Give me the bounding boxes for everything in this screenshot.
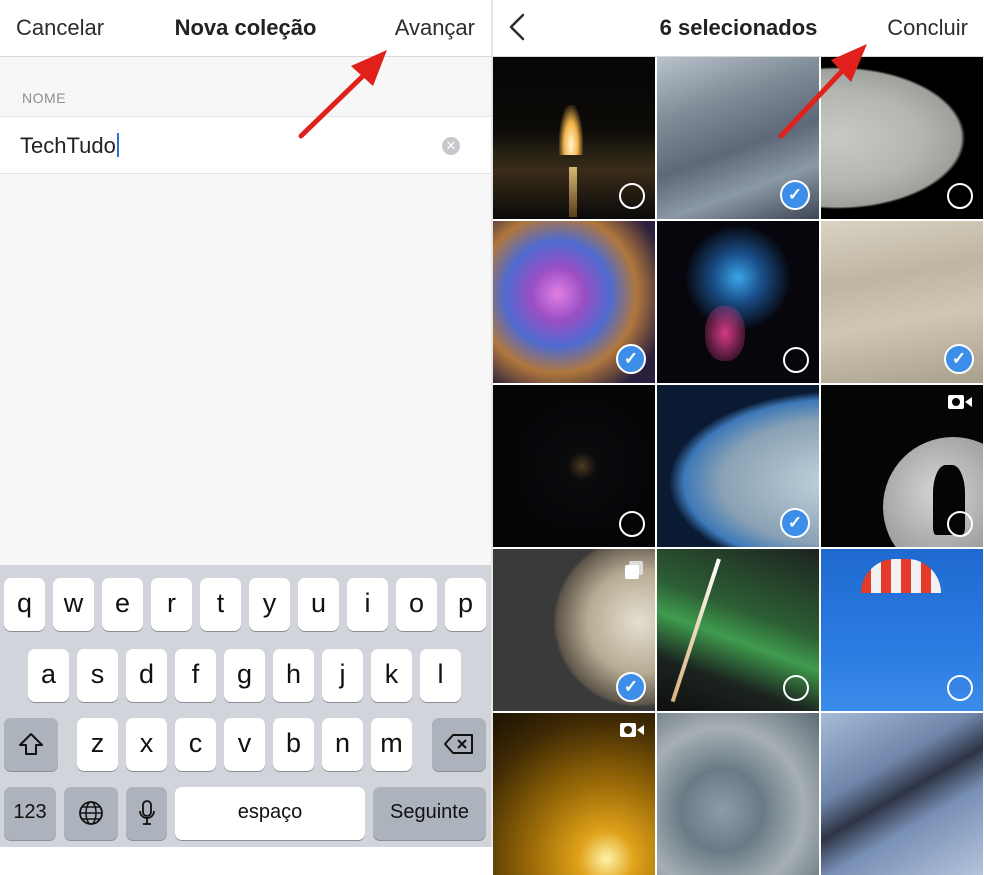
text-cursor: [116, 133, 119, 157]
key-z[interactable]: z: [77, 718, 118, 771]
key-y[interactable]: y: [249, 578, 290, 631]
key-g[interactable]: g: [224, 649, 265, 702]
photo-deep-field[interactable]: [493, 385, 655, 547]
next-button[interactable]: Avançar: [395, 15, 475, 41]
key-e[interactable]: e: [102, 578, 143, 631]
key-q[interactable]: q: [4, 578, 45, 631]
photo-earth-limb[interactable]: ✓: [657, 385, 819, 547]
photo-jupiter-edge[interactable]: [821, 57, 983, 219]
magenta-gas: [705, 306, 745, 361]
backspace-key[interactable]: [432, 718, 486, 771]
keyboard: q w e r t y u i o p a s d f g h j k l z …: [0, 565, 491, 847]
globe-key[interactable]: [64, 787, 118, 840]
select-circle[interactable]: [947, 675, 973, 701]
key-o[interactable]: o: [396, 578, 437, 631]
key-x[interactable]: x: [126, 718, 167, 771]
globe-icon: [79, 801, 103, 825]
key-a[interactable]: a: [28, 649, 69, 702]
video-camera-icon: [620, 723, 644, 737]
photo-rocket-launch[interactable]: [493, 57, 655, 219]
photo-parachutes[interactable]: [821, 549, 983, 711]
key-i[interactable]: i: [347, 578, 388, 631]
name-field-label: NOME: [22, 90, 66, 106]
numbers-key[interactable]: 123: [4, 787, 56, 840]
rocket-glow: [559, 105, 583, 155]
photo-earth-clouds[interactable]: ✓: [657, 57, 819, 219]
key-f[interactable]: f: [175, 649, 216, 702]
key-w[interactable]: w: [53, 578, 94, 631]
nav-bar: 6 selecionados Concluir: [493, 0, 984, 57]
shift-icon: [19, 733, 43, 755]
microphone-icon: [138, 800, 155, 825]
cancel-button[interactable]: Cancelar: [16, 15, 104, 41]
photo-jupiter-clouds[interactable]: ✓: [821, 221, 983, 383]
key-n[interactable]: n: [322, 718, 363, 771]
multiple-photos-icon: [625, 561, 643, 579]
new-collection-panel: Cancelar Nova coleção Avançar NOME TechT…: [0, 0, 491, 847]
select-circle[interactable]: [947, 511, 973, 537]
photo-mars-dunes[interactable]: [821, 713, 983, 875]
check-icon[interactable]: ✓: [780, 508, 810, 538]
key-u[interactable]: u: [298, 578, 339, 631]
done-button[interactable]: Concluir: [887, 15, 968, 41]
photo-grid: ✓ ✓ ✓ ✓ ✓: [493, 57, 984, 875]
dictation-key[interactable]: [126, 787, 167, 840]
space-key[interactable]: espaço: [175, 787, 365, 840]
photo-galaxy-cluster[interactable]: [657, 221, 819, 383]
key-v[interactable]: v: [224, 718, 265, 771]
key-s[interactable]: s: [77, 649, 118, 702]
photo-aurora-launch[interactable]: [657, 549, 819, 711]
check-icon[interactable]: ✓: [616, 672, 646, 702]
select-circle[interactable]: [783, 675, 809, 701]
key-p[interactable]: p: [445, 578, 486, 631]
check-icon[interactable]: ✓: [944, 344, 974, 374]
photo-jupiter-swirls[interactable]: [657, 713, 819, 875]
photo-sun-flare[interactable]: [493, 713, 655, 875]
next-key[interactable]: Seguinte: [373, 787, 486, 840]
key-c[interactable]: c: [175, 718, 216, 771]
check-icon[interactable]: ✓: [616, 344, 646, 374]
photo-nebula-colorful[interactable]: ✓: [493, 221, 655, 383]
key-b[interactable]: b: [273, 718, 314, 771]
backspace-icon: [444, 734, 473, 754]
photo-moon-silhouette[interactable]: [821, 385, 983, 547]
nav-bar: Cancelar Nova coleção Avançar: [0, 0, 491, 57]
photo-exoplanet[interactable]: ✓: [493, 549, 655, 711]
launch-trail: [670, 558, 721, 703]
key-t[interactable]: t: [200, 578, 241, 631]
select-circle[interactable]: [783, 347, 809, 373]
photo-selection-panel: 6 selecionados Concluir ✓ ✓ ✓ ✓ ✓: [493, 0, 984, 875]
key-l[interactable]: l: [420, 649, 461, 702]
key-j[interactable]: j: [322, 649, 363, 702]
select-circle[interactable]: [619, 183, 645, 209]
key-h[interactable]: h: [273, 649, 314, 702]
key-m[interactable]: m: [371, 718, 412, 771]
reflection: [569, 167, 577, 217]
key-d[interactable]: d: [126, 649, 167, 702]
shift-key[interactable]: [4, 718, 58, 771]
select-circle[interactable]: [619, 511, 645, 537]
video-camera-icon: [948, 395, 972, 409]
check-icon[interactable]: ✓: [780, 180, 810, 210]
parachutes-canopy: [861, 559, 941, 593]
key-k[interactable]: k: [371, 649, 412, 702]
chevron-left-icon[interactable]: [507, 12, 527, 48]
select-circle[interactable]: [947, 183, 973, 209]
key-r[interactable]: r: [151, 578, 192, 631]
name-input-value[interactable]: TechTudo: [20, 133, 116, 158]
name-field[interactable]: TechTudo ✕: [0, 116, 491, 174]
clear-text-icon[interactable]: ✕: [442, 137, 460, 155]
